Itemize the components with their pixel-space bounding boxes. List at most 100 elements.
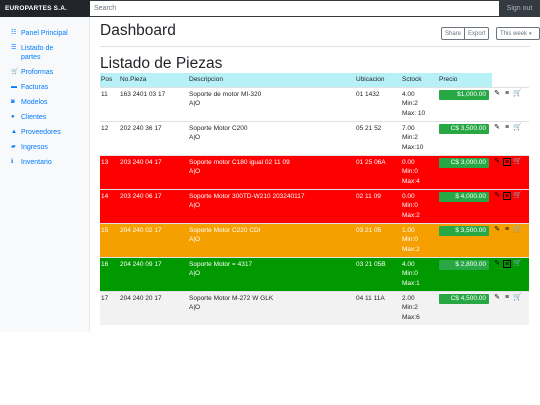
edit-icon[interactable]: ✎ [493, 158, 501, 166]
stock-max: Max:6 [402, 313, 420, 321]
menu-icon[interactable]: ≡ [503, 259, 511, 268]
share-button[interactable]: Share [441, 27, 466, 40]
signout-link[interactable]: Sign out [499, 5, 540, 12]
menu-icon[interactable]: ≡ [503, 226, 511, 234]
stock-value: 7.00 [402, 124, 415, 132]
cart-icon[interactable]: 🛒 [513, 226, 522, 234]
edit-icon[interactable]: ✎ [493, 226, 501, 234]
cell-descripcion: Soporte Motor M-272 W GLK A|O [188, 291, 355, 325]
cell-precio: C$ 3,000.00 [438, 155, 492, 189]
table-row: 12 202 240 36 17 Soporte Motor C200 A|O 05 2… [100, 121, 529, 155]
page-title: Dashboard [100, 22, 176, 39]
sidebar-item-panel-principal[interactable]: ☷ Panel Principal [0, 26, 89, 41]
cell-pos: 13 [101, 158, 109, 166]
description-text: Soporte Motor C200 [189, 124, 248, 132]
cell-pieza: 203 240 06 17 [120, 192, 162, 200]
cell-descripcion: Soporte Motor 300TD-W210 203240117 A|O [188, 189, 355, 223]
menu-icon[interactable]: ≡ [503, 124, 511, 132]
sidebar-item-facturas[interactable]: ▬ Facturas [0, 80, 89, 95]
cell-pos: 16 [101, 260, 109, 268]
stock-max: Max:1 [402, 279, 420, 287]
cell-stock: 2.00 Min:2 Max:6 [401, 291, 438, 325]
cell-precio: $ 3,500.00 [438, 223, 492, 257]
column-header-ubicacion: Ubicacion [356, 76, 385, 84]
cart-icon[interactable]: 🛒 [513, 90, 522, 98]
price-badge: $ 3,500.00 [439, 225, 489, 236]
cell-ubicacion: 02 11 09 [356, 192, 381, 200]
cell-ubicacion: 01 25 06A [356, 158, 386, 166]
edit-icon[interactable]: ✎ [493, 192, 501, 200]
stock-min: Min:0 [402, 236, 418, 243]
description-text: Soporte Motor = 4317 [189, 260, 253, 268]
sidebar-item-label: Clientes [21, 114, 47, 121]
edit-icon[interactable]: ✎ [493, 294, 501, 302]
stock-min: Min:0 [402, 270, 418, 277]
column-header-descripcion: Descripcion [189, 76, 223, 84]
table-row: 13 203 240 04 17 Soporte motor C180 igual … [100, 155, 529, 189]
sidebar-item-label: Proveedores [21, 129, 61, 136]
stock-max: Max:2 [402, 211, 420, 219]
stock-value: 4.00 [402, 260, 415, 268]
button-group: Share Export [441, 27, 490, 40]
menu-icon[interactable]: ≡ [503, 157, 511, 166]
section-title: Listado de Piezas [100, 55, 223, 72]
sidebar: ☷ Panel Principal ☰ Listado de partes 🛒 … [0, 17, 90, 332]
cell-actions: ✎ ≡ 🛒 [492, 155, 529, 189]
column-header-stock: Sctock [402, 76, 422, 84]
period-dropdown[interactable]: This week ▾ [496, 27, 540, 40]
cart-icon[interactable]: 🛒 [513, 260, 522, 268]
sidebar-item-proformas[interactable]: 🛒 Proformas [0, 65, 89, 80]
sidebar-item-modelos[interactable]: ◙ Modelos [0, 95, 89, 110]
column-header-actions [492, 73, 529, 87]
sidebar-item-proveedores[interactable]: ▲ Proveedores [0, 125, 89, 140]
export-button[interactable]: Export [465, 27, 490, 40]
price-badge: C$ 4,500.00 [439, 293, 489, 304]
cart-icon: 🛒 [11, 69, 19, 75]
cell-stock: 4.00 Min:2 Max: 10 [401, 87, 438, 121]
menu-icon[interactable]: ≡ [503, 294, 511, 302]
menu-icon[interactable]: ≡ [503, 90, 511, 98]
price-badge: C$ 3,500.00 [439, 123, 489, 134]
cell-pieza: 203 240 04 17 [120, 158, 162, 166]
menu-icon[interactable]: ≡ [503, 191, 511, 200]
cart-icon[interactable]: 🛒 [513, 294, 522, 302]
period-label: This week [500, 30, 528, 37]
stock-max: Max:2 [402, 245, 420, 253]
cell-actions: ✎ ≡ 🛒 [492, 291, 529, 325]
cell-descripcion: Soporte motor C180 igual 02 11 09 A|O [188, 155, 355, 189]
sidebar-item-clientes[interactable]: ● Clientes [0, 110, 89, 125]
sidebar-item-label: Facturas [21, 84, 49, 91]
sidebar-item-label: Listado de partes [21, 45, 54, 61]
edit-icon[interactable]: ✎ [493, 90, 501, 98]
stock-value: 2.00 [402, 294, 415, 302]
description-sub: A|O [189, 168, 201, 175]
cell-pos: 14 [101, 192, 109, 200]
cart-icon[interactable]: 🛒 [513, 124, 522, 132]
cell-actions: ✎ ≡ 🛒 [492, 121, 529, 155]
cell-pieza: 163 2401 03 17 [120, 90, 166, 98]
cell-pos: 12 [101, 124, 109, 132]
sidebar-item-inventario[interactable]: ℹ Inventario [0, 155, 89, 170]
stock-min: Min:0 [402, 202, 418, 209]
cell-pieza: 204 240 09 17 [120, 260, 162, 268]
cell-stock: 0.00 Min:0 Max:2 [401, 189, 438, 223]
description-sub: A|O [189, 134, 201, 141]
sidebar-item-label: Modelos [21, 99, 48, 106]
sidebar-item-ingresos[interactable]: ▰ Ingresos [0, 140, 89, 155]
page-header: Dashboard Share Export This week ▾ [100, 17, 540, 47]
edit-icon[interactable]: ✎ [493, 124, 501, 132]
brand-logo[interactable]: EUROPARTES S.A. [0, 0, 90, 17]
price-badge: $ 2,800.00 [439, 259, 489, 270]
cart-icon[interactable]: 🛒 [513, 158, 522, 166]
description-sub: A|O [189, 202, 201, 209]
edit-icon[interactable]: ✎ [493, 260, 501, 268]
sidebar-item-listado-de-partes[interactable]: ☰ Listado de partes [0, 41, 89, 65]
search-input[interactable]: Search [90, 1, 499, 16]
stock-value: 0.00 [402, 158, 415, 166]
sidebar-item-label: Inventario [21, 159, 52, 166]
table-header: Pos No.Pieza Descripcion Ubicacion Sctoc… [100, 73, 529, 87]
cart-icon[interactable]: 🛒 [513, 192, 522, 200]
cell-precio: C$ 3,500.00 [438, 121, 492, 155]
cell-precio: $1,000.00 [438, 87, 492, 121]
price-badge: $1,000.00 [439, 89, 489, 100]
